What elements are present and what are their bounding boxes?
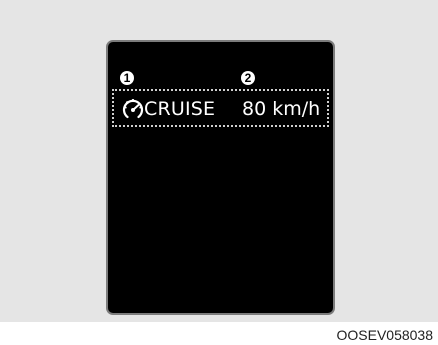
cruise-control-icon [120, 96, 146, 122]
cruise-speed: 80 km/h [242, 98, 321, 120]
callout-2: 2 [241, 71, 255, 85]
cruise-label: CRUISE [144, 98, 216, 120]
cruise-indicator-box: CRUISE 80 km/h [112, 89, 329, 127]
cluster-display: 1 2 CRUISE 80 km/h [106, 40, 335, 315]
callout-1: 1 [120, 71, 134, 85]
figure-code: OOSEV058038 [336, 327, 433, 343]
